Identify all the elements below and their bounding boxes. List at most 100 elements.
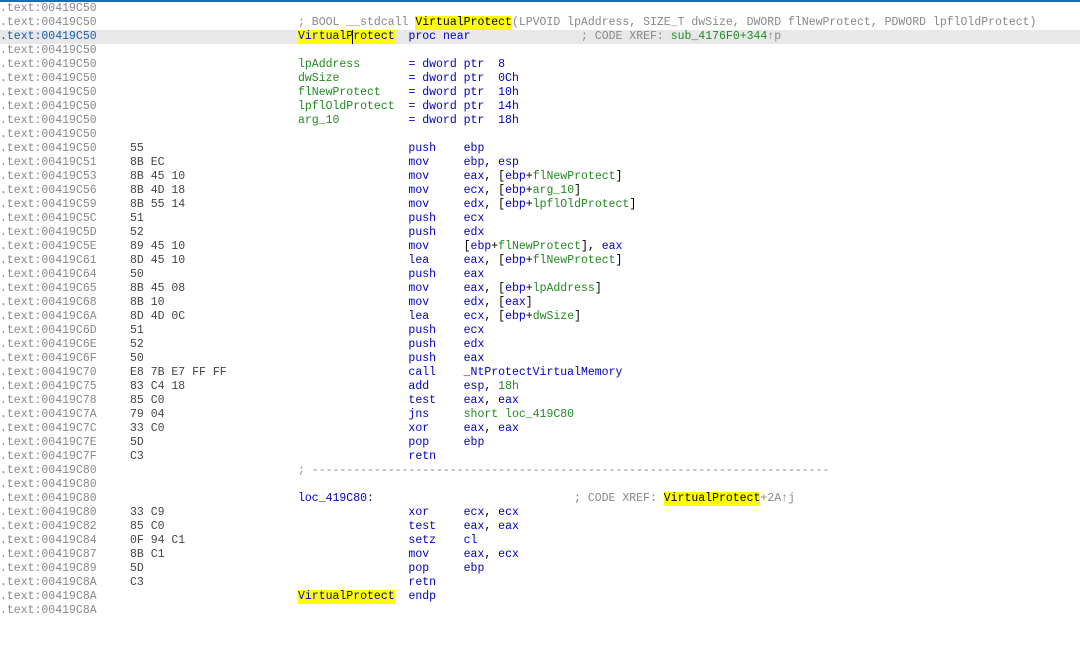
asm-line[interactable]: .text:00419C50 dwSize = dword ptr 0Ch [0, 72, 1080, 86]
asm-line[interactable]: .text:00419C8A VirtualProtect endp [0, 590, 1080, 604]
address[interactable]: .text:00419C61 [0, 254, 130, 268]
asm-line[interactable]: .text:00419C51 8B EC mov ebp, esp [0, 156, 1080, 170]
address[interactable]: .text:00419C80 [0, 506, 130, 520]
asm-line[interactable]: .text:00419C75 83 C4 18 add esp, 18h [0, 380, 1080, 394]
address[interactable]: .text:00419C53 [0, 170, 130, 184]
address[interactable]: .text:00419C80 [0, 478, 130, 492]
asm-line[interactable]: .text:00419C8A C3 retn [0, 576, 1080, 590]
address[interactable]: .text:00419C8A [0, 576, 130, 590]
register: eax [498, 520, 519, 534]
asm-line[interactable]: .text:00419C6F 50 push eax [0, 352, 1080, 366]
asm-line[interactable]: .text:00419C80 33 C9 xor ecx, ecx [0, 506, 1080, 520]
address[interactable]: .text:00419C50 [0, 128, 130, 142]
asm-line[interactable]: .text:00419C84 0F 94 C1 setz cl [0, 534, 1080, 548]
address[interactable]: .text:00419C7F [0, 450, 130, 464]
disassembly-lines[interactable]: .text:00419C50 .text:00419C50 ; BOOL __s… [0, 2, 1080, 618]
address[interactable]: .text:00419C5E [0, 240, 130, 254]
address[interactable]: .text:00419C6D [0, 324, 130, 338]
address[interactable]: .text:00419C50 [0, 72, 130, 86]
asm-line[interactable]: .text:00419C56 8B 4D 18 mov ecx, [ebp+ar… [0, 184, 1080, 198]
address[interactable]: .text:00419C8A [0, 590, 130, 604]
address[interactable]: .text:00419C6A [0, 310, 130, 324]
register: ecx [498, 506, 519, 520]
address[interactable]: .text:00419C50 [0, 30, 130, 44]
asm-line[interactable]: .text:00419C50 55 push ebp [0, 142, 1080, 156]
asm-line[interactable]: .text:00419C82 85 C0 test eax, eax [0, 520, 1080, 534]
asm-line[interactable]: .text:00419C87 8B C1 mov eax, ecx [0, 548, 1080, 562]
asm-line[interactable]: .text:00419C7E 5D pop ebp [0, 436, 1080, 450]
hex-bytes [130, 604, 298, 618]
asm-line[interactable]: .text:00419C89 5D pop ebp [0, 562, 1080, 576]
address[interactable]: .text:00419C50 [0, 114, 130, 128]
address[interactable]: .text:00419C50 [0, 142, 130, 156]
asm-line[interactable]: .text:00419C61 8D 45 10 lea eax, [ebp+fl… [0, 254, 1080, 268]
address[interactable]: .text:00419C65 [0, 282, 130, 296]
asm-line[interactable]: .text:00419C8A [0, 604, 1080, 618]
address[interactable]: .text:00419C6E [0, 338, 130, 352]
xref-target: sub_4176F0+344 [671, 30, 768, 44]
local-var: dwSize [533, 310, 574, 324]
address[interactable]: .text:00419C6F [0, 352, 130, 366]
mnemonic: setz [408, 534, 463, 548]
ida-disassembly-view[interactable]: { "seg": ".text", "func_name": "VirtualP… [0, 0, 1080, 660]
asm-line[interactable]: .text:00419C50 flNewProtect = dword ptr … [0, 86, 1080, 100]
call-target: _NtProtectVirtualMemory [464, 366, 623, 380]
address[interactable]: .text:00419C50 [0, 44, 130, 58]
address[interactable]: .text:00419C78 [0, 394, 130, 408]
asm-line[interactable]: .text:00419C80 [0, 478, 1080, 492]
asm-line[interactable]: .text:00419C53 8B 45 10 mov eax, [ebp+fl… [0, 170, 1080, 184]
asm-line[interactable]: .text:00419C50 arg_10 = dword ptr 18h [0, 114, 1080, 128]
asm-line[interactable]: .text:00419C6A 8D 4D 0C lea ecx, [ebp+dw… [0, 310, 1080, 324]
asm-line[interactable]: .text:00419C78 85 C0 test eax, eax [0, 394, 1080, 408]
func-name: otect [360, 30, 395, 44]
address[interactable]: .text:00419C56 [0, 184, 130, 198]
asm-line[interactable]: .text:00419C65 8B 45 08 mov eax, [ebp+lp… [0, 282, 1080, 296]
address[interactable]: .text:00419C7A [0, 408, 130, 422]
asm-line[interactable]: .text:00419C80 ; -----------------------… [0, 464, 1080, 478]
asm-line[interactable]: .text:00419C50 [0, 44, 1080, 58]
address[interactable]: .text:00419C70 [0, 366, 130, 380]
address[interactable]: .text:00419C50 [0, 86, 130, 100]
address[interactable]: .text:00419C50 [0, 2, 130, 16]
asm-line[interactable]: .text:00419C70 E8 7B E7 FF FF call _NtPr… [0, 366, 1080, 380]
address[interactable]: .text:00419C82 [0, 520, 130, 534]
address[interactable]: .text:00419C5C [0, 212, 130, 226]
address[interactable]: .text:00419C51 [0, 156, 130, 170]
asm-line[interactable]: .text:00419C5D 52 push edx [0, 226, 1080, 240]
asm-line[interactable]: .text:00419C80 loc_419C80: ; CODE XREF: … [0, 492, 1080, 506]
asm-line[interactable]: .text:00419C50 [0, 128, 1080, 142]
asm-line[interactable]: .text:00419C7C 33 C0 xor eax, eax [0, 422, 1080, 436]
address[interactable]: .text:00419C50 [0, 58, 130, 72]
arg-name: dwSize [298, 72, 408, 86]
address[interactable]: .text:00419C50 [0, 100, 130, 114]
address[interactable]: .text:00419C80 [0, 492, 130, 506]
asm-line[interactable]: .text:00419C50 VirtualProtect proc near … [0, 30, 1080, 44]
asm-line[interactable]: .text:00419C59 8B 55 14 mov edx, [ebp+lp… [0, 198, 1080, 212]
asm-line[interactable]: .text:00419C50 [0, 2, 1080, 16]
address[interactable]: .text:00419C7E [0, 436, 130, 450]
asm-line[interactable]: .text:00419C50 lpAddress = dword ptr 8 [0, 58, 1080, 72]
address[interactable]: .text:00419C50 [0, 16, 130, 30]
asm-line[interactable]: .text:00419C7F C3 retn [0, 450, 1080, 464]
asm-line[interactable]: .text:00419C50 lpflOldProtect = dword pt… [0, 100, 1080, 114]
hex-bytes: 8D 4D 0C [130, 310, 298, 324]
asm-line[interactable]: .text:00419C50 ; BOOL __stdcall VirtualP… [0, 16, 1080, 30]
address[interactable]: .text:00419C59 [0, 198, 130, 212]
address[interactable]: .text:00419C80 [0, 464, 130, 478]
asm-line[interactable]: .text:00419C68 8B 10 mov edx, [eax] [0, 296, 1080, 310]
address[interactable]: .text:00419C68 [0, 296, 130, 310]
asm-line[interactable]: .text:00419C5E 89 45 10 mov [ebp+flNewPr… [0, 240, 1080, 254]
asm-line[interactable]: .text:00419C6D 51 push ecx [0, 324, 1080, 338]
asm-line[interactable]: .text:00419C64 50 push eax [0, 268, 1080, 282]
asm-line[interactable]: .text:00419C6E 52 push edx [0, 338, 1080, 352]
address[interactable]: .text:00419C64 [0, 268, 130, 282]
address[interactable]: .text:00419C7C [0, 422, 130, 436]
address[interactable]: .text:00419C89 [0, 562, 130, 576]
address[interactable]: .text:00419C8A [0, 604, 130, 618]
address[interactable]: .text:00419C75 [0, 380, 130, 394]
address[interactable]: .text:00419C87 [0, 548, 130, 562]
asm-line[interactable]: .text:00419C5C 51 push ecx [0, 212, 1080, 226]
asm-line[interactable]: .text:00419C7A 79 04 jns short loc_419C8… [0, 408, 1080, 422]
address[interactable]: .text:00419C5D [0, 226, 130, 240]
address[interactable]: .text:00419C84 [0, 534, 130, 548]
